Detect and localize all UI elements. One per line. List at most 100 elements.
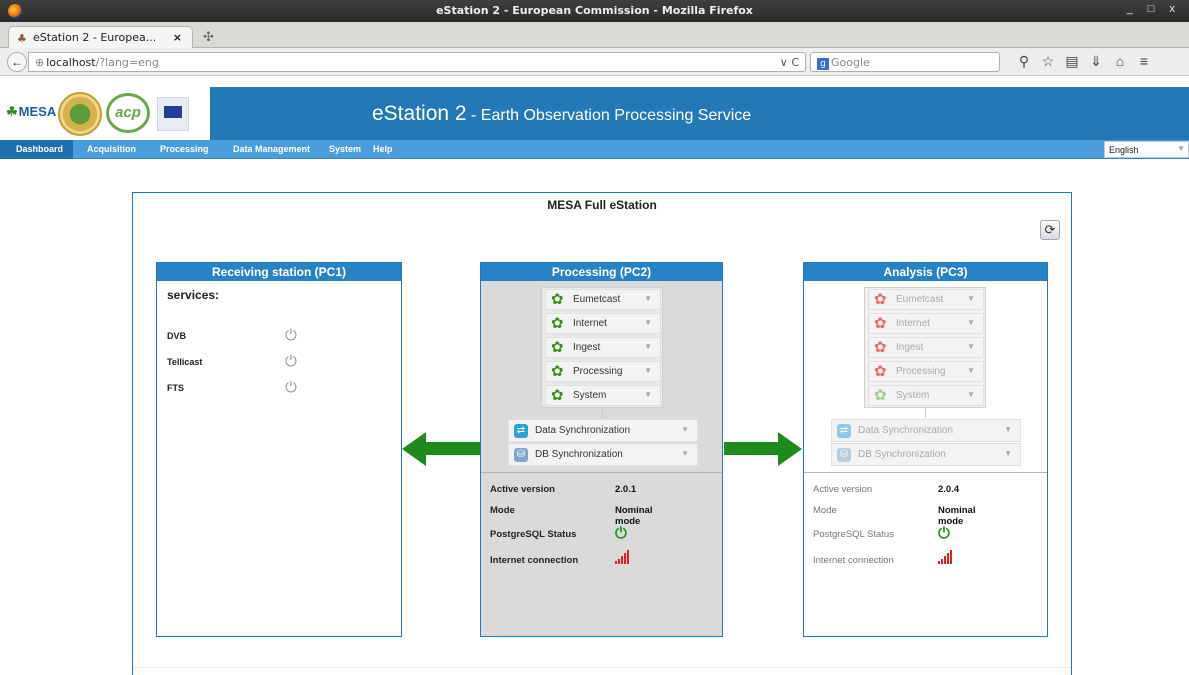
app-header: MESA acp eStation 2 - Earth Observation … <box>0 87 1189 140</box>
active-version-value: 2.0.1 <box>615 484 637 495</box>
receiving-station-card: Receiving station (PC1) services: DVB ⏻ … <box>156 262 402 637</box>
pc1-title: Receiving station (PC1) <box>157 263 401 281</box>
gear-icon: ✿ <box>551 387 564 404</box>
database-icon: ⛁ <box>837 448 851 462</box>
connector-line <box>602 408 603 418</box>
menu-item-dashboard[interactable]: Dashboard <box>0 140 73 159</box>
service-label: Ingest <box>896 342 924 353</box>
bookmarks-list-icon[interactable]: ▤ <box>1060 53 1084 70</box>
pc2-title: Processing (PC2) <box>481 263 722 281</box>
menu-item-help[interactable]: Help <box>367 140 399 159</box>
service-label: Internet <box>573 318 607 329</box>
sync-icon: ⇄ <box>514 424 528 438</box>
sync-label: DB Synchronization <box>535 449 623 460</box>
gear-icon: ✿ <box>551 291 564 308</box>
service-button-processing[interactable]: ✿ Processing ▼ <box>868 361 984 382</box>
info-label: Active version <box>813 484 873 495</box>
menu-item-data-management[interactable]: Data Management <box>227 140 316 159</box>
service-button-processing[interactable]: ✿ Processing ▼ <box>545 361 661 382</box>
nav-bar: ← ⊕ localhost/?lang=eng ∨ C g Google ⚲ ☆ ▤ ⇓ ⌂… <box>0 48 1189 76</box>
internet-row: Internet connection <box>813 550 952 566</box>
service-button-system[interactable]: ✿ System ▼ <box>868 385 984 406</box>
browser-tab[interactable]: ♣ eStation 2 - Europea... × <box>8 26 193 49</box>
new-tab-icon[interactable]: ✣ <box>203 29 214 45</box>
db-sync-button[interactable]: ⛁ DB Synchronization ▼ <box>831 443 1021 466</box>
service-label: System <box>896 390 930 401</box>
chevron-down-icon: ▼ <box>1004 449 1012 458</box>
chevron-down-icon: ▼ <box>644 390 652 399</box>
service-label: Processing <box>573 366 623 377</box>
divider <box>481 472 722 473</box>
url-path: /?lang=eng <box>95 56 159 69</box>
data-sync-button[interactable]: ⇄ Data Synchronization ▼ <box>831 419 1021 442</box>
gear-icon: ✿ <box>874 339 887 356</box>
window-controls[interactable]: _ □ x <box>1127 3 1181 15</box>
gear-icon: ✿ <box>874 291 887 308</box>
back-button[interactable]: ← <box>7 52 27 72</box>
african-union-logo <box>58 92 102 136</box>
info-label: Active version <box>490 484 555 495</box>
service-label: Eumetcast <box>896 294 944 305</box>
menu-item-acquisition[interactable]: Acquisition <box>81 140 142 159</box>
divider <box>133 667 1071 668</box>
service-label: Internet <box>896 318 930 329</box>
sync-label: DB Synchronization <box>858 449 946 460</box>
data-sync-button[interactable]: ⇄ Data Synchronization ▼ <box>508 419 698 442</box>
menu-item-system[interactable]: System <box>323 140 367 159</box>
power-icon[interactable]: ⏻ <box>285 353 297 370</box>
site-identity-icon: ⊕ <box>35 56 45 69</box>
eu-logo <box>157 97 189 131</box>
chevron-down-icon: ▼ <box>644 342 652 351</box>
db-sync-button[interactable]: ⛁ DB Synchronization ▼ <box>508 443 698 466</box>
service-label: Eumetcast <box>573 294 621 305</box>
url-bar[interactable]: ⊕ localhost/?lang=eng ∨ C <box>28 52 806 72</box>
service-name: DVB <box>167 331 187 341</box>
service-button-internet[interactable]: ✿ Internet ▼ <box>545 313 661 334</box>
info-label: Internet connection <box>813 555 894 566</box>
signal-bars-icon <box>615 550 635 564</box>
chevron-down-icon: ▼ <box>967 318 975 327</box>
download-icon[interactable]: ⇓ <box>1084 53 1108 70</box>
mode-row: Mode Nominal mode <box>813 505 975 527</box>
left-arrow-icon <box>402 432 480 466</box>
services-label: services: <box>167 288 220 302</box>
service-button-eumetcast[interactable]: ✿ Eumetcast ▼ <box>868 289 984 310</box>
service-button-ingest[interactable]: ✿ Ingest ▼ <box>868 337 984 358</box>
power-icon[interactable]: ⏻ <box>285 327 297 344</box>
mesa-logo: MESA <box>6 104 57 120</box>
service-button-internet[interactable]: ✿ Internet ▼ <box>868 313 984 334</box>
binoculars-icon[interactable]: ⚲ <box>1012 53 1036 70</box>
tab-title: eStation 2 - Europea... <box>33 31 157 44</box>
mode-row: Mode Nominal mode <box>490 505 652 527</box>
service-label: Processing <box>896 366 946 377</box>
window-title: eStation 2 - European Commission - Mozil… <box>436 4 753 17</box>
menu-hamburger-icon[interactable]: ≡ <box>1132 53 1156 69</box>
app-title-sep: - <box>466 107 481 124</box>
right-arrow-icon <box>724 432 802 466</box>
processing-station-card: Processing (PC2) ✿ Eumetcast ▼ ✿ Internet ▼ … <box>480 262 723 637</box>
gear-icon: ✿ <box>551 363 564 380</box>
service-button-system[interactable]: ✿ System ▼ <box>545 385 661 406</box>
service-list: ✿ Eumetcast ▼ ✿ Internet ▼ ✿ Ingest ▼ ✿ Process… <box>864 287 986 408</box>
service-row-tellicast: Tellicast ⏻ <box>167 353 297 370</box>
tab-close-icon[interactable]: × <box>173 31 182 44</box>
gear-icon: ✿ <box>874 315 887 332</box>
acp-logo: acp <box>106 93 150 133</box>
service-label: Ingest <box>573 342 601 353</box>
service-button-ingest[interactable]: ✿ Ingest ▼ <box>545 337 661 358</box>
home-icon[interactable]: ⌂ <box>1108 53 1132 69</box>
gear-icon: ✿ <box>874 387 887 404</box>
url-reload-icon[interactable]: ∨ C <box>780 56 799 69</box>
search-engine-icon[interactable]: g <box>817 58 829 70</box>
refresh-button[interactable]: ⟳ <box>1040 220 1060 240</box>
search-input[interactable]: g Google <box>810 52 1000 72</box>
service-button-eumetcast[interactable]: ✿ Eumetcast ▼ <box>545 289 661 310</box>
sync-icon: ⇄ <box>837 424 851 438</box>
power-icon[interactable]: ⏻ <box>285 379 297 396</box>
main-menu: Dashboard Acquisition Processing Data Ma… <box>0 140 1189 159</box>
bookmark-star-icon[interactable]: ☆ <box>1036 53 1060 70</box>
language-select[interactable]: English ▼ <box>1104 141 1189 158</box>
app-title-sub: Earth Observation Processing Service <box>480 107 752 124</box>
menu-item-processing[interactable]: Processing <box>154 140 215 159</box>
internet-row: Internet connection <box>490 550 629 566</box>
